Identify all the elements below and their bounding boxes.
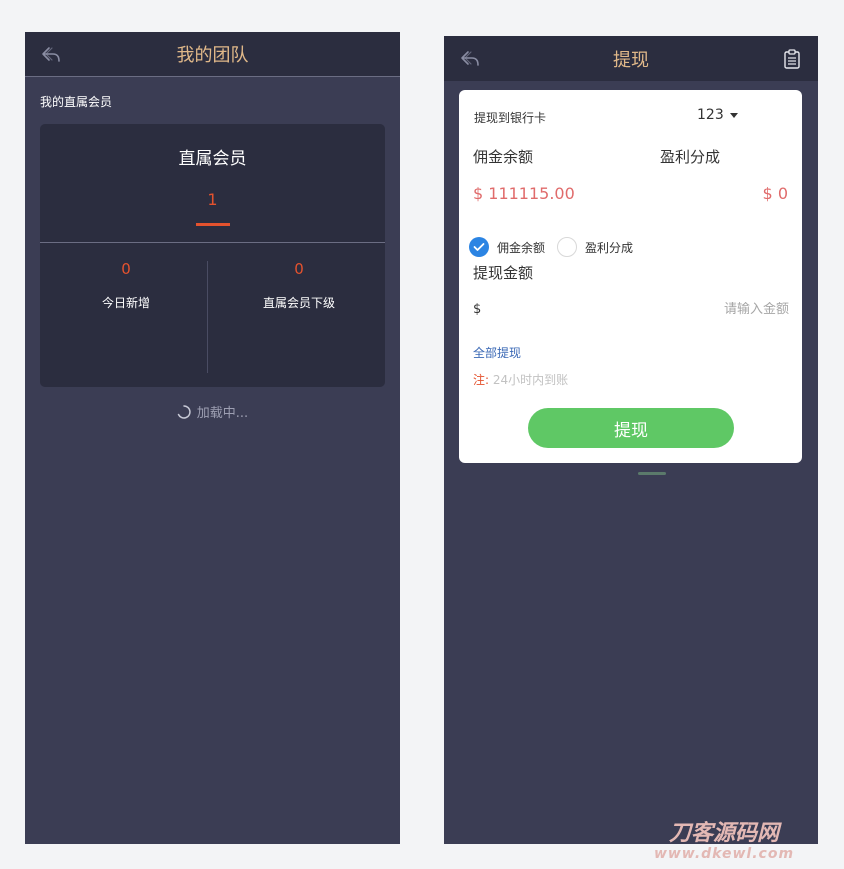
loading-indicator: 加载中... [25,402,400,421]
card-divider [40,242,385,243]
spinner-icon [177,404,191,419]
note-text: 24小时内到账 [492,373,569,387]
stat-direct-subordinates[interactable]: 0 直属会员下级 [213,260,385,311]
loading-text: 加载中... [196,406,249,421]
caret-down-icon [729,112,738,118]
commission-balance-value: $ 111115.00 [473,184,575,203]
back-arrow-icon [42,47,60,62]
drag-handle [638,472,666,475]
note-prefix: 注: [473,373,490,387]
radio-commission-label: 佣金余额 [497,240,546,255]
amount-title: 提现金额 [473,264,534,282]
check-icon [473,243,485,251]
back-button[interactable] [39,43,63,67]
bank-selected-value: 123 [697,107,724,123]
back-arrow-icon [461,51,479,66]
radio-profit-share[interactable] [557,237,578,257]
stat-label: 今日新增 [101,296,150,310]
currency-symbol: $ [473,301,482,317]
stat-new-today[interactable]: 0 今日新增 [40,260,212,311]
radio-profit-share-label: 盈利分成 [585,240,634,255]
clipboard-icon [784,49,800,69]
direct-members-card: 直属会员 1 0 今日新增 0 直属会员下级 [40,124,385,387]
page-title: 我的团队 [176,45,249,66]
section-label: 我的直属会员 [40,95,113,109]
bank-select[interactable]: 123 [697,107,738,123]
watermark-url: www.dkewl.com [653,846,795,862]
records-button[interactable] [780,47,804,71]
source-radio-group: 佣金余额 盈利分成 [469,237,645,257]
profit-share-label: 盈利分成 [660,148,721,166]
member-count: 1 [207,190,218,209]
team-header: 我的团队 [25,32,400,77]
amount-input[interactable] [481,301,789,317]
withdraw-all-link[interactable]: 全部提现 [473,344,521,361]
radio-commission[interactable] [469,237,489,257]
bank-label: 提现到银行卡 [474,111,547,125]
withdraw-submit-button[interactable]: 提现 [528,408,734,448]
withdraw-header: 提现 [444,36,818,81]
withdraw-screen: 提现 提现到银行卡 123 佣金余额 盈利分成 $ 111115.00 $ 0 [444,36,818,844]
withdraw-card: 提现到银行卡 123 佣金余额 盈利分成 $ 111115.00 $ 0 佣金余… [459,90,802,463]
arrival-note: 注: 24小时内到账 [473,371,568,388]
count-underline [196,223,230,226]
profit-share-value: $ 0 [762,184,788,203]
amount-row: $ [473,296,789,322]
stat-value: 0 [294,260,304,278]
back-button[interactable] [458,47,482,71]
stat-label: 直属会员下级 [262,296,335,310]
stat-value: 0 [121,260,131,278]
card-title: 直属会员 [178,149,247,169]
commission-balance-label: 佣金余额 [473,148,534,166]
page-title: 提现 [613,49,649,71]
watermark-text: 刀客源码网 [668,821,779,846]
team-screen: 我的团队 我的直属会员 直属会员 1 0 今日新增 0 直属会员下级 加载中..… [25,32,400,844]
